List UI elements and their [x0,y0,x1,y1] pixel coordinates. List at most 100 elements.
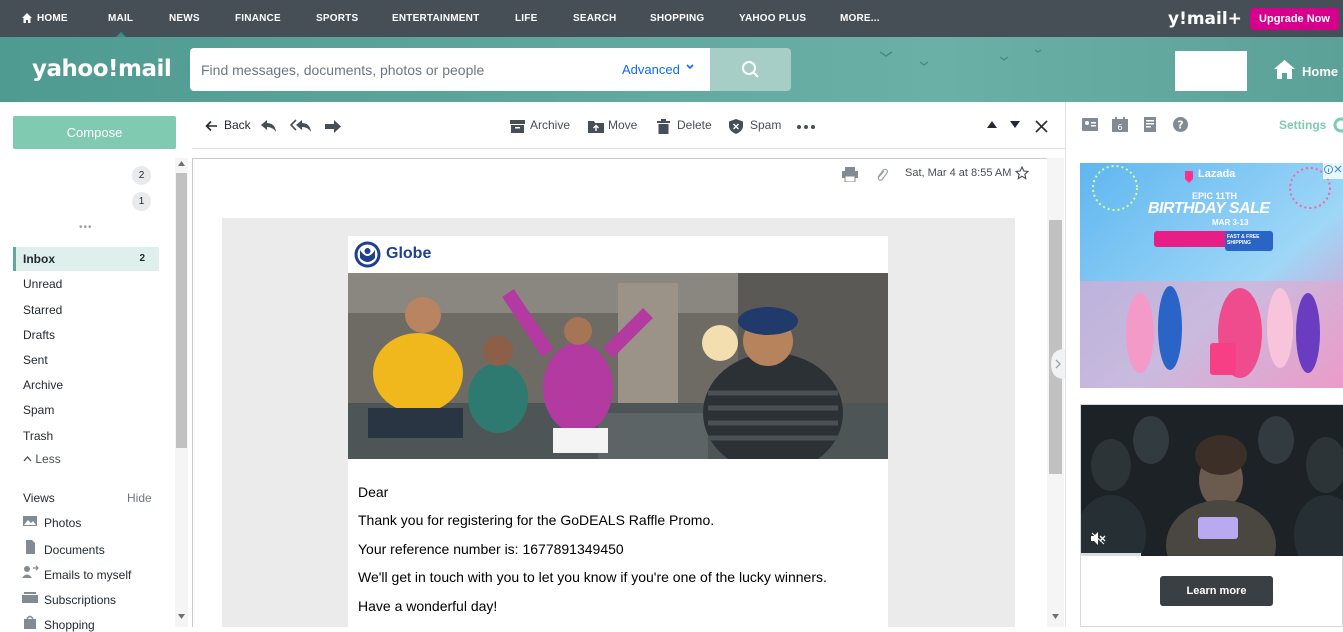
reply-icon[interactable] [260,119,277,133]
archive-button[interactable]: Archive [530,118,570,132]
nav-sports[interactable]: SPORTS [316,13,358,24]
home-icon [1274,60,1295,79]
learn-more-button[interactable]: Learn more [1160,576,1273,606]
collapse-rail-button[interactable] [1047,349,1065,379]
email-line: Thank you for registering for the GoDEAL… [358,512,715,528]
folder-sent[interactable]: Sent [13,348,159,372]
email-signoff: Have a wonderful day! [358,598,498,614]
archive-icon [510,120,525,133]
help-icon[interactable]: ? [1173,117,1188,132]
close-icon[interactable] [1035,120,1048,133]
contacts-icon[interactable] [1082,118,1098,131]
account-badge: 1 [132,192,151,211]
folder-label: Spam [23,403,55,417]
previous-message-icon[interactable] [987,121,997,128]
scroll-down-icon[interactable] [1052,614,1059,619]
compose-button[interactable]: Compose [13,116,176,149]
folder-trash[interactable]: Trash [13,424,159,448]
folder-drafts[interactable]: Drafts [13,323,159,347]
ad-dates: MAR 3-13 [1212,218,1249,227]
message-scrollbar[interactable] [1047,158,1064,627]
nav-news[interactable]: NEWS [169,13,200,24]
account-switcher[interactable] [13,169,127,218]
folder-inbox[interactable]: Inbox 2 [13,247,159,271]
folder-label: Drafts [23,328,56,342]
print-icon[interactable] [842,167,858,182]
nav-yahoo-plus[interactable]: YAHOO PLUS [739,13,806,24]
yahoo-mail-plus-logo: y!mail+ [1168,9,1242,29]
view-emails-to-myself[interactable]: Emails to myself [21,565,131,582]
nav-more[interactable]: MORE... [840,13,880,24]
less-toggle[interactable]: Less [23,452,61,466]
settings-link[interactable]: Settings [1279,118,1326,132]
folder-archive[interactable]: Archive [13,373,159,397]
search-input[interactable] [190,48,610,91]
header-band: yahoo!mail Advanced Home [0,37,1343,102]
scrollbar-thumb[interactable] [176,173,187,448]
top-nav-bar: HOME MAIL NEWS FINANCE SPORTS ENTERTAINM… [0,0,1343,37]
svg-text:?: ? [1177,119,1183,132]
ad-title: BIRTHDAY SALE [1148,200,1270,217]
video-progress[interactable] [1081,553,1141,556]
notepad-icon[interactable] [1144,117,1158,132]
nav-search[interactable]: SEARCH [573,13,616,24]
view-label: Photos [44,516,82,530]
photos-icon [23,516,37,526]
account-avatar[interactable] [1175,51,1247,91]
yahoo-mail-logo[interactable]: yahoo!mail [32,56,172,82]
home-icon[interactable] [21,12,33,24]
scroll-up-icon[interactable] [178,161,185,166]
nav-life[interactable]: LIFE [515,13,537,24]
nav-home[interactable]: HOME [37,13,68,24]
folder-unread[interactable]: Unread [13,272,159,296]
lazada-ad[interactable]: Lazada EPIC 11TH BIRTHDAY SALE MAR 3-13 … [1080,163,1343,388]
ad-info-icon[interactable] [1324,165,1333,174]
view-shopping[interactable]: Shopping [21,615,95,632]
lazada-brand: Lazada [1198,168,1236,180]
view-label: Subscriptions [44,593,117,607]
forward-icon[interactable] [324,120,341,133]
back-arrow-icon[interactable] [205,120,218,132]
move-button[interactable]: Move [608,118,637,132]
next-message-icon[interactable] [1010,121,1020,128]
sidebar-scrollbar[interactable] [175,158,188,627]
spam-button[interactable]: Spam [750,118,781,132]
mute-icon[interactable] [1091,532,1106,545]
gear-icon[interactable] [1333,117,1343,133]
calendar-icon[interactable]: 6 [1112,117,1128,132]
view-subscriptions[interactable]: Subscriptions [21,590,116,607]
nav-finance[interactable]: FINANCE [235,13,281,24]
video-player[interactable] [1081,405,1343,556]
view-photos[interactable]: Photos [21,515,81,530]
home-link[interactable]: Home [1273,59,1338,83]
svg-text:6: 6 [1117,123,1122,132]
delete-button[interactable]: Delete [677,118,712,132]
nav-shopping[interactable]: SHOPPING [650,13,704,24]
scrollbar-thumb[interactable] [1049,220,1062,474]
attachment-icon[interactable] [876,168,888,182]
more-options-icon[interactable] [797,125,815,129]
video-ad[interactable]: Learn more [1080,404,1343,627]
hide-views-link[interactable]: Hide [127,491,152,505]
reply-all-icon[interactable] [290,119,312,133]
search-button[interactable] [710,48,791,91]
star-icon[interactable] [1015,166,1029,180]
drag-handle-icon[interactable]: ••• [79,222,93,233]
user-arrow-icon [22,565,39,578]
chevron-down-icon[interactable] [685,61,695,71]
sender-brand: Globe [386,245,432,262]
nav-entertainment[interactable]: ENTERTAINMENT [392,13,479,24]
back-button[interactable]: Back [224,118,251,132]
folder-spam[interactable]: Spam [13,398,159,422]
upgrade-now-button[interactable]: Upgrade Now [1250,8,1339,30]
view-documents[interactable]: Documents [21,540,105,557]
advanced-search-link[interactable]: Advanced [622,62,680,77]
scroll-down-icon[interactable] [178,614,185,619]
globe-logo-icon [354,241,381,268]
ad-close-icon[interactable] [1334,165,1342,173]
views-heading: Views [23,491,55,505]
folder-starred[interactable]: Starred [13,298,159,322]
account-badge: 2 [132,166,151,185]
subscriptions-icon [22,592,38,603]
nav-mail[interactable]: MAIL [108,13,133,37]
